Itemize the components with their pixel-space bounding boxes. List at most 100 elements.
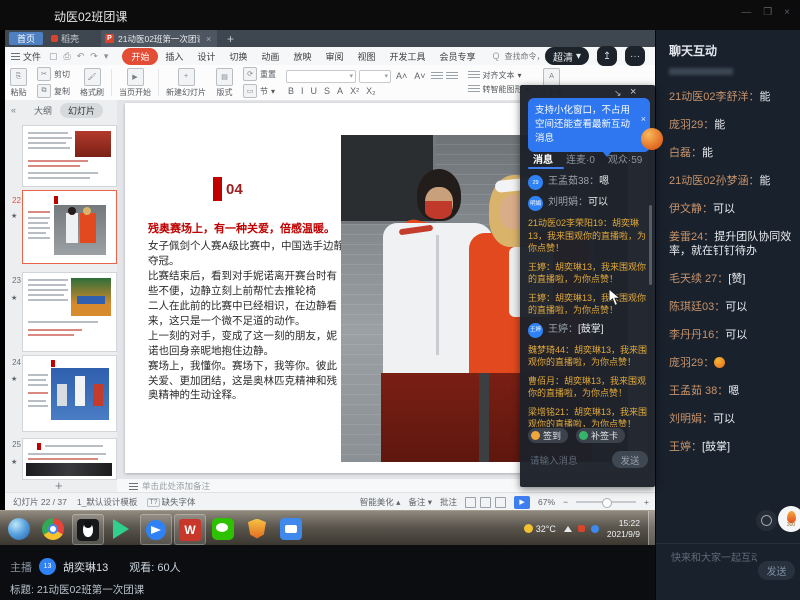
close-icon[interactable]: × (784, 7, 790, 18)
layout-button[interactable]: ▤ 版式 (211, 65, 238, 100)
missing-font-label[interactable]: 缺失字体 (162, 496, 196, 508)
thumbnail-slide-25[interactable] (22, 438, 117, 480)
file-menu[interactable]: 文件 (11, 50, 41, 63)
zoom-in-icon[interactable]: + (644, 497, 649, 507)
play-from-current-button[interactable]: ▶ 当页开始 (114, 65, 156, 100)
tab-audience[interactable]: 观众·59 (608, 151, 642, 166)
section-button[interactable]: ▭节▾ (243, 84, 276, 98)
add-slide-button[interactable]: + (55, 478, 63, 493)
tray-network-icon[interactable] (591, 525, 599, 533)
tab-close-icon[interactable]: × (206, 34, 211, 44)
decrease-font-icon[interactable]: A˅ (412, 71, 427, 81)
tab-start[interactable]: 开始 (122, 48, 158, 65)
subscript-button[interactable]: X₂ (364, 86, 378, 96)
align-text-button[interactable]: 对齐文本▾ (468, 70, 530, 81)
chat-input[interactable] (669, 552, 759, 565)
start-button[interactable] (4, 514, 34, 543)
tab-devtools[interactable]: 开发工具 (382, 48, 432, 65)
format-painter-button[interactable]: 🖌 格式刷 (75, 65, 109, 100)
comments-button[interactable]: 批注 (440, 496, 457, 508)
save-icon[interactable]: ▢ (49, 51, 58, 62)
font-family-select[interactable]: ▾ (286, 70, 356, 83)
taskbar-wechat[interactable] (208, 514, 238, 543)
thumbnail-slide-23[interactable] (22, 272, 117, 352)
reaction-button[interactable] (756, 510, 777, 531)
taskbar-netdisk[interactable] (276, 514, 306, 543)
maximize-icon[interactable]: ❐ (763, 7, 772, 18)
collapse-panel-icon[interactable]: « (11, 105, 16, 115)
font-color-button[interactable]: A (335, 86, 345, 96)
copy-button[interactable]: ⧉复制 (37, 84, 70, 98)
new-tab-button[interactable]: + (227, 32, 234, 46)
italic-button[interactable]: I (299, 86, 306, 96)
makeup-card-chip[interactable]: 补签卡 (576, 428, 625, 443)
gift-ball-icon[interactable] (641, 128, 663, 150)
zoom-slider[interactable] (576, 501, 636, 503)
zoom-level[interactable]: 67% (538, 497, 555, 507)
quality-selector[interactable]: 超清▾ (545, 47, 589, 65)
numbered-list-icon[interactable] (446, 72, 458, 81)
zoom-slider-knob[interactable] (602, 498, 612, 508)
taskbar-browser[interactable] (38, 514, 68, 543)
design-template[interactable]: 1_默认设计模板 (77, 496, 137, 508)
superscript-button[interactable]: X² (348, 86, 361, 96)
new-slide-button[interactable]: + 新建幻灯片 (161, 65, 211, 100)
overlay-chat-input[interactable] (528, 455, 612, 468)
tooltip-close-icon[interactable]: × (641, 112, 646, 126)
more-options-button[interactable]: ··· (625, 46, 645, 66)
tab-view[interactable]: 视图 (350, 48, 382, 65)
tab-slideshow[interactable]: 放映 (286, 48, 318, 65)
paste-button[interactable]: ⎘ 粘贴 (5, 65, 32, 100)
tab-animation[interactable]: 动画 (254, 48, 286, 65)
print-icon[interactable]: ⎙ (64, 51, 71, 62)
bold-button[interactable]: B (286, 86, 296, 96)
thumbnail-slide-24[interactable] (22, 355, 117, 432)
font-size-select[interactable]: ▾ (359, 70, 391, 83)
tab-mic-link[interactable]: 连麦·0 (566, 151, 595, 166)
tab-review[interactable]: 审阅 (318, 48, 350, 65)
undo-icon[interactable]: ↶ (77, 51, 85, 62)
send-button[interactable]: 发送 (758, 561, 795, 580)
tray-expand-icon[interactable] (564, 526, 572, 532)
show-desktop-button[interactable] (648, 511, 655, 546)
more-dropdown-icon[interactable]: ▾ (104, 51, 109, 62)
notes-toggle[interactable]: 备注 ▾ (408, 496, 432, 508)
tab-slides[interactable]: 幻灯片 (60, 103, 103, 118)
tab-transition[interactable]: 切换 (222, 48, 254, 65)
normal-view-icon[interactable] (465, 497, 476, 508)
host-avatar[interactable]: 13 (39, 558, 56, 575)
thumbnail-slide-22[interactable] (22, 190, 117, 264)
taskbar-dingtalk[interactable] (140, 514, 172, 545)
tab-docer[interactable]: 稻壳 (51, 32, 79, 45)
thumbnail-slide-21[interactable] (22, 125, 117, 187)
tab-outline[interactable]: 大纲 (34, 104, 52, 117)
redo-icon[interactable]: ↷ (90, 51, 98, 62)
zoom-out-icon[interactable]: − (563, 497, 568, 507)
flame-like-button[interactable]: 300 (778, 506, 800, 532)
taskbar-clock[interactable]: 15:22 2021/9/9 (607, 518, 640, 540)
minimize-icon[interactable]: — (741, 7, 751, 18)
taskbar-video-player[interactable] (106, 514, 136, 543)
sorter-view-icon[interactable] (480, 497, 491, 508)
check-in-chip[interactable]: 签到 (528, 428, 568, 443)
overlay-message-list[interactable]: 29 王孟茹38：嗯 明娟 刘明娟：可以 21动医02李荣阳19：胡奕琳13，我… (528, 175, 649, 427)
tab-messages[interactable]: 消息 (533, 151, 553, 166)
taskbar-security[interactable] (242, 514, 272, 543)
reset-button[interactable]: ⟳重置 (243, 67, 276, 81)
close-window-icon[interactable]: × (630, 86, 636, 98)
tab-document[interactable]: P 21动医02班第一次团课.pptx × (101, 30, 217, 47)
temperature[interactable]: 32°C (536, 524, 556, 534)
cut-button[interactable]: ✂剪切 (37, 67, 70, 81)
taskbar-qq[interactable] (72, 514, 104, 545)
beautify-button[interactable]: 智能美化 ▴ (360, 496, 401, 508)
tab-insert[interactable]: 插入 (158, 48, 190, 65)
tray-app-icon[interactable] (578, 525, 585, 532)
tab-member[interactable]: 会员专享 (433, 48, 483, 65)
reading-view-icon[interactable] (495, 497, 506, 508)
increase-font-icon[interactable]: A˄ (394, 71, 409, 81)
share-button[interactable]: ↥ (597, 46, 617, 66)
strikethrough-button[interactable]: S (322, 86, 332, 96)
slideshow-play-button[interactable]: ▶ (514, 496, 530, 509)
tab-home[interactable]: 首页 (9, 32, 43, 45)
bullet-list-icon[interactable] (431, 72, 443, 81)
